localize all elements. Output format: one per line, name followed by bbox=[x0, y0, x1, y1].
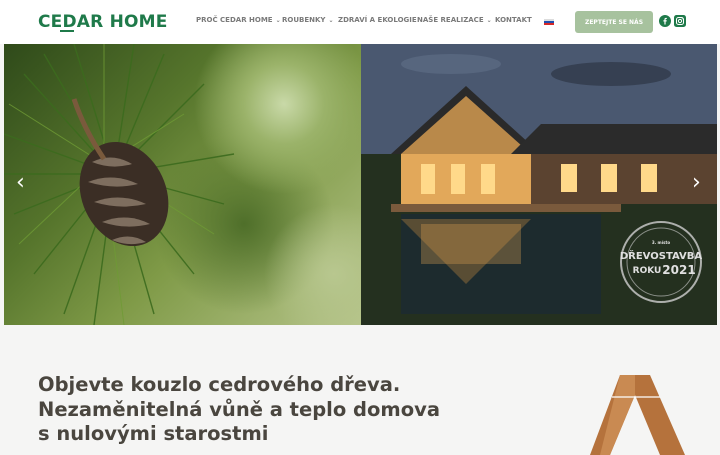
badge-year-prefix: ROKU bbox=[633, 266, 662, 276]
nav-item-zdravi-a-ekologie[interactable]: ZDRAVÍ A EKOLOGIE bbox=[338, 16, 417, 24]
pine-cone-illustration bbox=[4, 44, 235, 325]
house-illustration: 3. místo DŘEVOSTAVBA ROKU 2021 bbox=[361, 44, 717, 325]
badge-title-text: DŘEVOSTAVBA bbox=[620, 249, 703, 262]
hero-slider[interactable]: 3. místo DŘEVOSTAVBA ROKU 2021 ‹ › bbox=[4, 44, 717, 325]
chevron-down-icon: ⌄ bbox=[275, 17, 281, 24]
chevron-down-icon: ⌄ bbox=[328, 17, 334, 24]
cedar-home-logo[interactable]: CEDAR HOME bbox=[38, 12, 168, 32]
nav-item-kontakt[interactable]: KONTAKT bbox=[495, 16, 532, 24]
wooden-a-decoration bbox=[590, 375, 685, 455]
chevron-down-icon: ⌄ bbox=[486, 17, 492, 24]
nav-item-roubenky[interactable]: ROUBENKY ⌄ bbox=[282, 16, 334, 24]
logo-accent bbox=[60, 30, 74, 32]
nav-item-nase-realizace[interactable]: NAŠE REALIZACE ⌄ bbox=[417, 16, 492, 24]
site-header: CEDAR HOME PROČ CEDAR HOME ⌄ ROUBENKY ⌄ ZD… bbox=[0, 0, 720, 44]
chevron-left-icon[interactable]: ‹ bbox=[16, 172, 25, 194]
ask-us-button[interactable]: ZEPTEJTE SE NÁS bbox=[575, 11, 653, 33]
nav-label: NAŠE REALIZACE bbox=[417, 16, 484, 24]
nav-label: PROČ CEDAR HOME bbox=[196, 16, 273, 24]
chevron-right-icon[interactable]: › bbox=[692, 172, 701, 194]
facebook-icon[interactable] bbox=[659, 15, 671, 27]
headline-line-1: Objevte kouzlo cedrového dřeva. bbox=[38, 373, 401, 396]
instagram-icon[interactable] bbox=[674, 15, 686, 27]
badge-year: 2021 bbox=[662, 263, 695, 277]
slovak-flag-icon[interactable] bbox=[544, 19, 554, 25]
pine-cone-image bbox=[4, 44, 361, 325]
nav-item-proc-cedar-home[interactable]: PROČ CEDAR HOME ⌄ bbox=[196, 16, 281, 24]
nav-label: ROUBENKY bbox=[282, 16, 326, 24]
badge-top-text: 3. místo bbox=[652, 240, 671, 245]
nav-label: ZDRAVÍ A EKOLOGIE bbox=[338, 16, 417, 24]
headline-line-3: s nulovými starostmi bbox=[38, 422, 269, 445]
house-night-image: 3. místo DŘEVOSTAVBA ROKU 2021 bbox=[361, 44, 717, 325]
nav-label: KONTAKT bbox=[495, 16, 532, 24]
intro-headline: Objevte kouzlo cedrového dřeva. Nezaměni… bbox=[38, 373, 440, 447]
headline-line-2: Nezaměnitelná vůně a teplo domova bbox=[38, 397, 440, 421]
